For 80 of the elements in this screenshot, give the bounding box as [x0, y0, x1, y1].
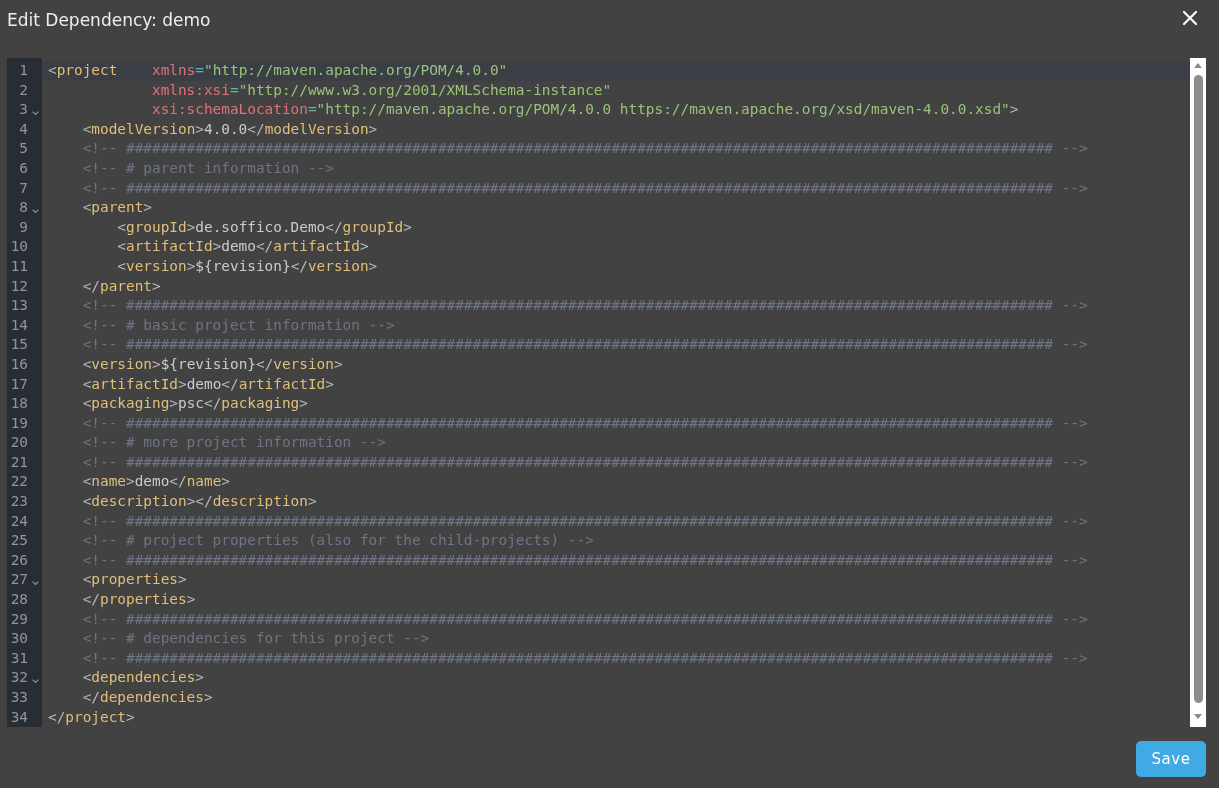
line-number: 16 [10, 354, 28, 374]
code-line: <dependencies> [82, 668, 204, 688]
code-line: <version>${revision}</version> [82, 354, 343, 374]
code-line: <artifactId>demo</artifactId> [117, 237, 369, 257]
save-button[interactable]: Save [1136, 741, 1206, 778]
code-line: <modelVersion>4.0.0</modelVersion> [82, 119, 378, 139]
line-number: 15 [10, 335, 28, 355]
scrollbar-track[interactable] [1190, 58, 1206, 728]
line-number: 13 [10, 296, 28, 316]
line-number: 9 [19, 217, 28, 237]
fold-caret-icon[interactable] [32, 679, 39, 683]
line-number: 3 [19, 100, 28, 120]
line-number: 14 [10, 315, 28, 335]
fold-caret-icon[interactable] [32, 208, 39, 213]
code-line: </project> [48, 707, 135, 727]
fold-caret-icon[interactable] [32, 581, 39, 586]
code-line: <!-- ########################################################################################################### --> [82, 511, 1088, 531]
line-number: 21 [10, 452, 28, 472]
line-number: 20 [10, 433, 28, 453]
line-number: 33 [10, 688, 28, 707]
code-line: <artifactId>demo</artifactId> [82, 374, 334, 394]
line-number: 29 [10, 609, 28, 629]
code-line: <!-- ########################################################################################################### --> [82, 413, 1088, 433]
code-line: <!-- # basic project information --> [82, 315, 395, 335]
line-number: 26 [10, 550, 28, 570]
code-line: <version>${revision}</version> [117, 256, 378, 276]
code-line: <!-- # parent information --> [82, 158, 334, 178]
line-number: 23 [10, 492, 28, 512]
code-line: <project xmlns="http://maven.apache.org/POM/4.0.0" [48, 61, 508, 80]
line-number: 4 [19, 119, 28, 139]
code-line: <!-- ########################################################################################################### --> [82, 609, 1088, 629]
line-number: 18 [10, 394, 28, 414]
code-line: <!-- # dependencies for this project --> [82, 629, 430, 649]
line-number: 8 [19, 198, 28, 218]
line-number: 27 [10, 570, 28, 590]
line-number: 17 [10, 374, 28, 394]
line-number: 6 [19, 158, 28, 178]
line-number: 34 [10, 707, 28, 727]
code-line: <!-- ########################################################################################################### --> [82, 139, 1088, 159]
code-line: xmlns:xsi="http://www.w3.org/2001/XMLSchema-instance" [151, 80, 612, 100]
scroll-down-arrow-icon[interactable] [1194, 714, 1202, 720]
code-line: <!-- # more project information --> [82, 433, 386, 453]
line-number: 1 [19, 61, 28, 80]
code-line: <!-- # project properties (also for the child-projects) --> [82, 531, 594, 551]
line-number: 32 [10, 668, 28, 688]
code-line: <name>demo</name> [82, 472, 230, 492]
code-line: <description></description> [82, 492, 317, 512]
code-line: <!-- ########################################################################################################### --> [82, 178, 1088, 198]
line-number: 19 [10, 413, 28, 433]
line-number: 22 [10, 472, 28, 492]
line-number: 24 [10, 511, 28, 531]
code-line: </dependencies> [82, 688, 213, 707]
line-number: 10 [10, 237, 28, 257]
code-line: <parent> [82, 198, 152, 218]
line-number: 28 [10, 590, 28, 610]
code-line: <packaging>psc</packaging> [82, 394, 308, 414]
line-number: 30 [10, 629, 28, 649]
code-line: <groupId>de.soffico.Demo</groupId> [117, 217, 412, 237]
dialog-title: Edit Dependency: demo [7, 9, 211, 32]
scroll-up-arrow-icon[interactable] [1194, 63, 1202, 68]
code-line: <!-- ########################################################################################################### --> [82, 550, 1088, 570]
code-line: <!-- ########################################################################################################### --> [82, 452, 1088, 472]
code-line: <!-- ########################################################################################################### --> [82, 335, 1088, 355]
code-line: </properties> [82, 590, 196, 610]
line-number: 2 [19, 80, 28, 100]
line-number: 12 [10, 276, 28, 296]
line-number: 31 [10, 648, 28, 668]
code-line: </parent> [82, 276, 161, 296]
scroll-thumb[interactable] [1193, 75, 1203, 704]
code-line: <!-- ########################################################################################################### --> [82, 648, 1088, 668]
close-button[interactable] [1183, 11, 1197, 25]
fold-caret-icon[interactable] [32, 110, 39, 115]
code-line: <properties> [82, 570, 187, 590]
line-number: 7 [19, 178, 28, 198]
code-line: <!-- ########################################################################################################### --> [82, 296, 1088, 316]
line-number: 25 [10, 531, 28, 551]
close-icon [1183, 11, 1197, 25]
code-line: xsi:schemaLocation="http://maven.apache.org/POM/4.0.0 https://maven.apache.org/xsd/maven-4.0.0.xsd"> [151, 100, 1019, 120]
line-number: 5 [19, 139, 28, 159]
line-number: 11 [10, 256, 28, 276]
